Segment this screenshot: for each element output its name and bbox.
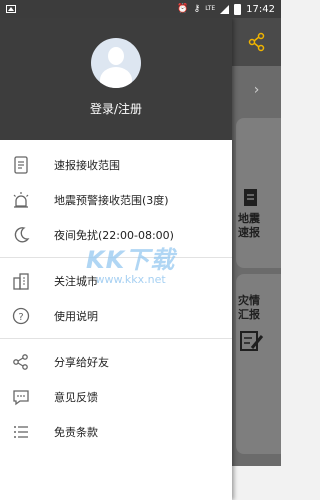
menu-item-disclaimer[interactable]: 免责条款	[0, 414, 232, 449]
bg-card-disaster-report[interactable]: 灾情 汇报	[236, 274, 281, 454]
image-notification-icon	[6, 5, 16, 13]
menu-item-follow-city[interactable]: 关注城市	[0, 263, 232, 298]
key-icon: ⚷	[193, 3, 201, 14]
moon-icon	[12, 226, 30, 244]
bg-card-label-2: 灾情 汇报	[238, 294, 260, 321]
battery-icon	[234, 3, 242, 15]
divider	[0, 338, 232, 339]
bg-card-quake-report[interactable]: 地震 速报	[236, 118, 281, 268]
menu-item-label: 地震预警接收范围(3度)	[54, 193, 169, 207]
login-register-link[interactable]: 登录/注册	[90, 100, 142, 117]
menu-item-label: 意见反馈	[54, 390, 98, 404]
menu-item-label: 速报接收范围	[54, 158, 120, 172]
feedback-icon	[12, 388, 30, 406]
menu-item-report-range[interactable]: 速报接收范围	[0, 147, 232, 182]
status-bar: ⏰ ⚷ LTE 17:42	[0, 0, 281, 18]
drawer-header: 登录/注册	[0, 18, 232, 140]
chevron-right-icon[interactable]: ›	[232, 70, 281, 110]
menu-item-help[interactable]: ? 使用说明	[0, 298, 232, 333]
status-time: 17:42	[246, 3, 275, 15]
menu-item-label: 免责条款	[54, 425, 98, 439]
list-icon	[12, 423, 30, 441]
menu-item-label: 使用说明	[54, 309, 98, 323]
document-icon	[12, 155, 30, 174]
bg-app-header	[232, 18, 281, 66]
drawer-menu: 速报接收范围 地震预警接收范围(3度) 夜间免扰(22:00-08:00) 关注…	[0, 140, 232, 449]
edit-document-icon	[240, 331, 264, 351]
navigation-drawer: 登录/注册 速报接收范围 地震预警接收范围(3度) 夜间免扰(22:00-08:…	[0, 18, 232, 500]
divider	[0, 257, 232, 258]
menu-item-label: 分享给好友	[54, 355, 109, 369]
signal-icon	[220, 4, 230, 14]
alarm-icon: ⏰	[177, 3, 189, 14]
avatar[interactable]	[91, 38, 141, 88]
help-icon: ?	[12, 307, 30, 325]
document-icon	[244, 189, 257, 206]
share-icon[interactable]	[247, 32, 267, 52]
menu-item-label: 夜间免扰(22:00-08:00)	[54, 228, 174, 242]
network-type: LTE	[205, 5, 216, 12]
background-app[interactable]: › 地震 速报 灾情 汇报	[232, 18, 281, 500]
share-icon	[12, 353, 30, 371]
city-icon	[12, 272, 30, 290]
menu-item-feedback[interactable]: 意见反馈	[0, 379, 232, 414]
menu-item-night-mode[interactable]: 夜间免扰(22:00-08:00)	[0, 217, 232, 252]
svg-text:?: ?	[18, 312, 23, 323]
menu-item-warning-range[interactable]: 地震预警接收范围(3度)	[0, 182, 232, 217]
menu-item-share[interactable]: 分享给好友	[0, 344, 232, 379]
bg-card-label-1: 地震 速报	[238, 212, 260, 239]
menu-item-label: 关注城市	[54, 274, 98, 288]
alarm-light-icon	[12, 191, 30, 209]
